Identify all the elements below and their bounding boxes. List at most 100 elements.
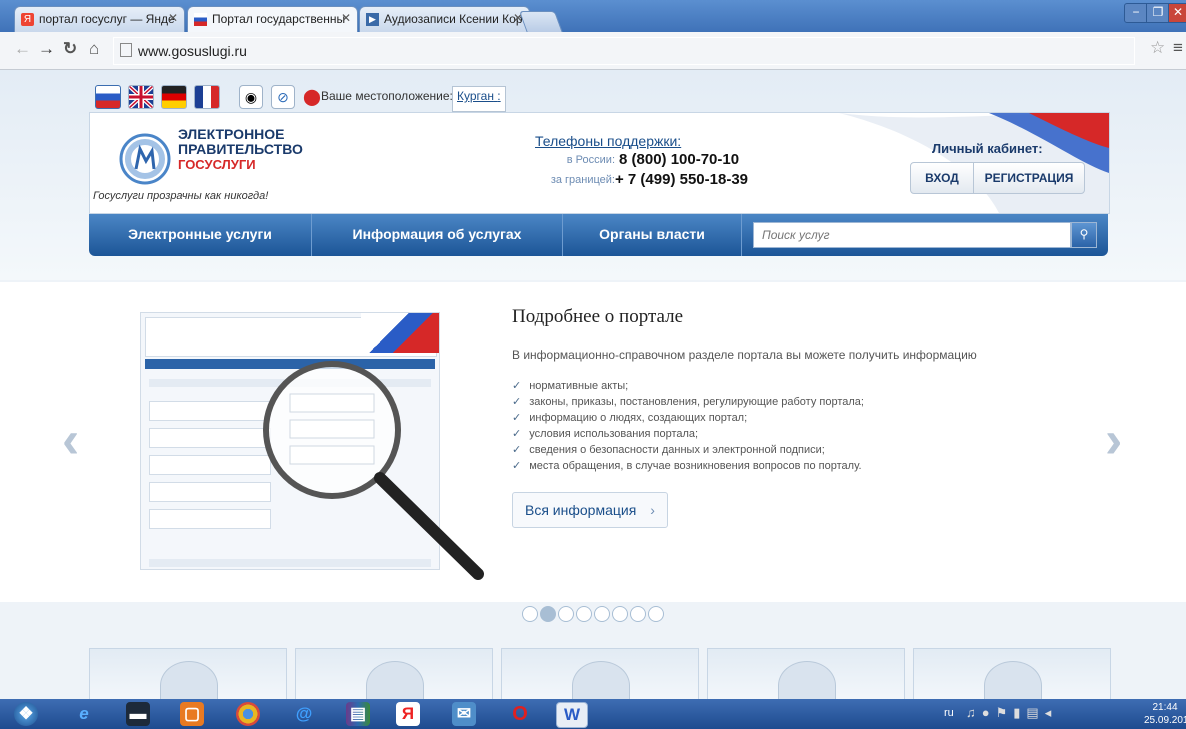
nav-electronic-services[interactable]: Электронные услуги [89, 214, 311, 256]
yandex-browser-icon[interactable]: Я [396, 702, 420, 726]
back-icon[interactable]: ← [14, 39, 31, 59]
pagination-dot-4[interactable] [576, 606, 592, 622]
windows-taskbar: ❖ e ▬ ▢ @ ▤ Я ✉ O W ru ♫●⚑▮▤◂ 21:44 25.0… [0, 699, 1186, 729]
logo-line-3: ГОСУСЛУГИ [178, 157, 256, 172]
nav-services-info[interactable]: Информация об услугах [312, 214, 562, 256]
menu-icon[interactable]: ≡ [1173, 38, 1183, 58]
all-info-button[interactable]: Вся информация › [512, 492, 668, 528]
pagination-dot-1[interactable] [522, 606, 538, 622]
mail-icon[interactable]: ✉ [452, 702, 476, 726]
media-player-icon[interactable]: ▢ [180, 702, 204, 726]
carousel-intro: В информационно-справочном разделе порта… [512, 348, 977, 362]
service-tile-3[interactable] [501, 648, 699, 699]
bookmark-star-icon[interactable]: ☆ [1150, 38, 1165, 58]
document-icon [160, 661, 218, 699]
compass-icon[interactable]: ⊘ [271, 85, 295, 109]
browser-tab-gosuslugi[interactable]: Портал государственны ✕ [187, 6, 358, 32]
browser-tab-strip: Я портал госуслуг — Янде ✕ Портал госуда… [0, 0, 1186, 33]
tray-icons[interactable]: ♫●⚑▮▤◂ [966, 705, 1057, 721]
info-carousel: ‹ › Подробнее о портале В информационно-… [0, 282, 1186, 602]
location-value: Курган [457, 89, 494, 103]
nav-authorities[interactable]: Органы власти [563, 214, 741, 256]
list-item: ✓ законы, приказы, постановления, регулир… [512, 396, 864, 408]
close-icon[interactable]: ✕ [341, 11, 351, 25]
checkmark-icon: ✓ [512, 428, 522, 440]
home-icon[interactable]: ⌂ [89, 39, 99, 59]
list-item: ✓ информацию о людях, создающих портал; [512, 412, 748, 424]
service-tile-2[interactable] [295, 648, 493, 699]
start-button-icon[interactable]: ❖ [14, 702, 38, 726]
french-flag-icon[interactable] [194, 85, 220, 109]
vision-impaired-icon[interactable]: ◉ [239, 85, 263, 109]
logo-line-2: ПРАВИТЕЛЬСТВО [178, 141, 303, 157]
pagination-dot-6[interactable] [612, 606, 628, 622]
abroad-phone: + 7 (499) 550-18-39 [615, 171, 749, 188]
percent-icon [984, 661, 1042, 699]
close-window-icon[interactable]: ✕ [1168, 3, 1186, 23]
chevron-down-icon: : [497, 89, 501, 103]
opera-icon[interactable]: O [508, 702, 532, 726]
location-select[interactable]: Курган : [452, 86, 506, 112]
slogan: Госуслуги прозрачны как никогда! [93, 190, 269, 202]
address-bar[interactable]: www.gosuslugi.ru [113, 37, 1135, 65]
yandex-favicon-icon: Я [21, 13, 34, 26]
chrome-icon[interactable] [236, 702, 260, 726]
service-tile-4[interactable] [707, 648, 905, 699]
winrar-icon[interactable]: ▤ [346, 702, 370, 726]
internet-explorer-icon[interactable]: e [72, 702, 96, 726]
support-title[interactable]: Телефоны поддержки: [535, 133, 681, 149]
mail-agent-icon[interactable]: @ [292, 702, 316, 726]
service-tile-5[interactable] [913, 648, 1111, 699]
checkmark-icon: ✓ [512, 444, 522, 456]
close-icon[interactable]: ✕ [168, 11, 178, 25]
login-button[interactable]: ВХОД [911, 163, 974, 193]
vehicle-icon [778, 661, 836, 699]
pagination-dot-5[interactable] [594, 606, 610, 622]
new-tab-button[interactable] [518, 11, 564, 33]
media-center-icon[interactable]: ▬ [126, 702, 150, 726]
checkmark-icon: ✓ [512, 460, 522, 472]
pagination-dot-3[interactable] [558, 606, 574, 622]
input-language[interactable]: ru [944, 707, 954, 719]
tab-label: Портал государственны [212, 12, 346, 26]
carousel-next-icon[interactable]: › [1105, 410, 1122, 470]
page-viewport: ◉ ⊘ ⬤ Ваше местоположение: Курган : ЭЛЕК… [0, 70, 1186, 699]
browser-tab-vk-audio[interactable]: ▶ Аудиозаписи Ксении Кор ✕ [359, 6, 530, 32]
logo-line-1: ЭЛЕКТРОННОЕ [178, 126, 285, 142]
list-item: ✓ нормативные акты; [512, 380, 629, 392]
checkmark-icon: ✓ [512, 396, 522, 408]
magnifier-icon [263, 361, 484, 580]
german-flag-icon[interactable] [161, 85, 187, 109]
search-input[interactable] [753, 222, 1071, 248]
checkmark-icon: ✓ [512, 380, 522, 392]
location-label: Ваше местоположение: [321, 89, 453, 103]
main-nav: Электронные услуги Информация об услугах… [89, 214, 1108, 256]
tab-label: портал госуслуг — Янде [39, 12, 175, 26]
minimize-icon[interactable]: − [1124, 3, 1148, 23]
uk-flag-icon[interactable] [128, 85, 154, 109]
list-item: ✓ сведения о безопасности данных и электр… [512, 444, 825, 456]
cabinet-buttons: ВХОД РЕГИСТРАЦИЯ [910, 162, 1085, 194]
russia-flag-favicon-icon [194, 13, 207, 26]
maximize-icon[interactable]: ❐ [1146, 3, 1170, 23]
browser-tab-yandex[interactable]: Я портал госуслуг — Янде ✕ [14, 6, 185, 32]
register-button[interactable]: РЕГИСТРАЦИЯ [974, 163, 1084, 193]
clock[interactable]: 21:44 25.09.2013 [1144, 701, 1186, 727]
gosuslugi-logo-icon [119, 133, 171, 185]
passport-icon [366, 661, 424, 699]
russian-flag-icon[interactable] [95, 85, 121, 109]
all-info-label: Вся информация [525, 502, 637, 518]
word-icon[interactable]: W [556, 702, 588, 728]
service-tile-1[interactable] [89, 648, 287, 699]
pagination-dot-2[interactable] [540, 606, 556, 622]
pagination-dot-7[interactable] [630, 606, 646, 622]
carousel-prev-icon[interactable]: ‹ [62, 410, 79, 470]
bag-icon [572, 661, 630, 699]
reload-icon[interactable]: ↻ [63, 39, 77, 59]
forward-icon[interactable]: → [38, 39, 55, 59]
search-icon[interactable]: ⚲ [1071, 222, 1097, 248]
site-header: ЭЛЕКТРОННОЕ ПРАВИТЕЛЬСТВО ГОСУСЛУГИ Госу… [89, 112, 1110, 214]
pagination-dot-8[interactable] [648, 606, 664, 622]
carousel-bullet-list: ✓ нормативные акты; ✓ законы, приказы, пос… [512, 378, 864, 474]
russia-label: в России: [566, 154, 615, 166]
